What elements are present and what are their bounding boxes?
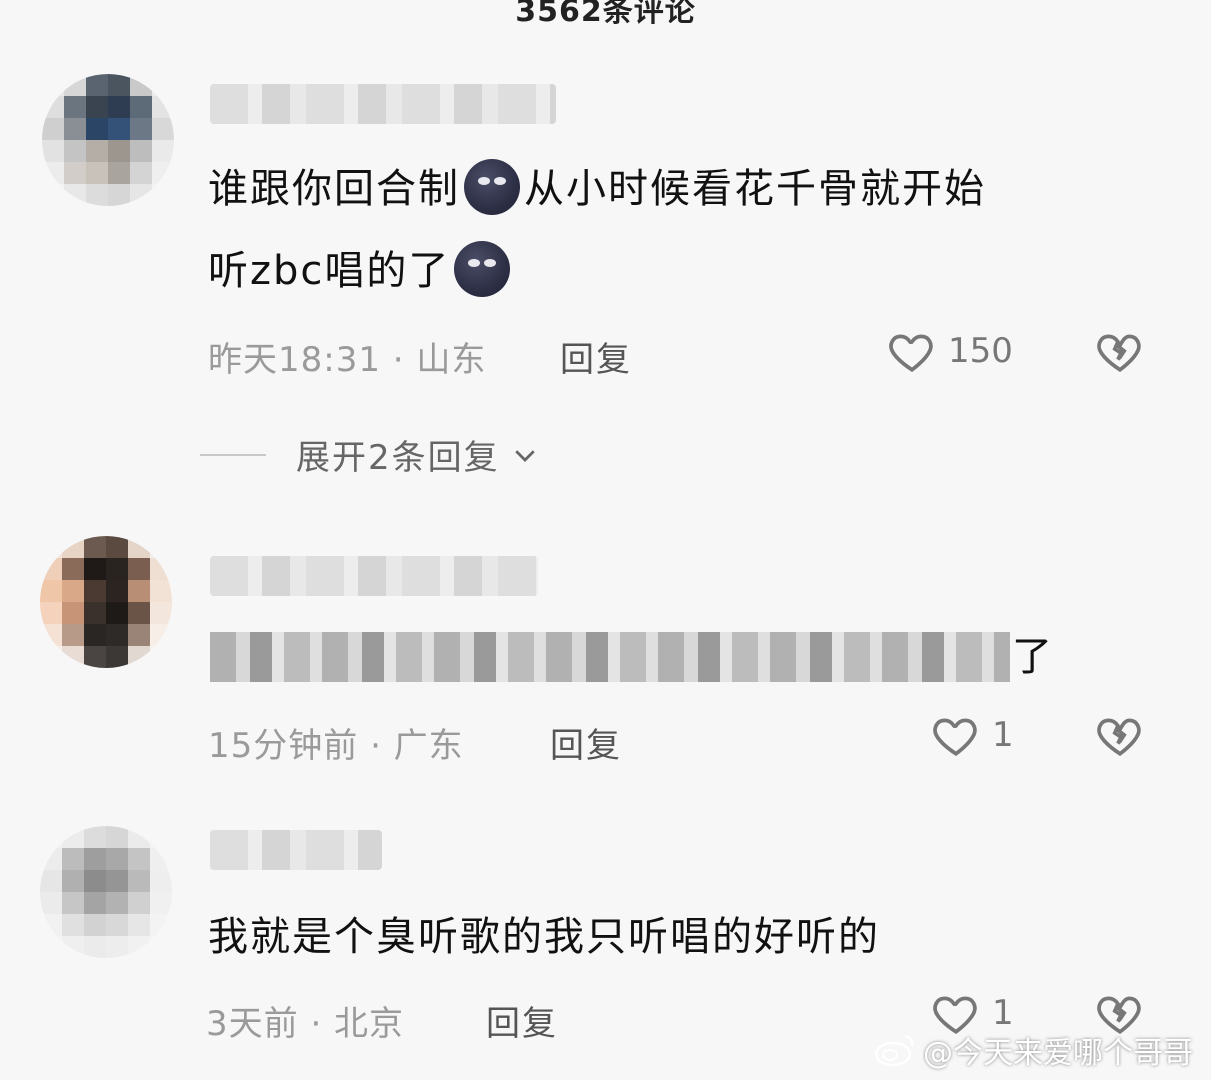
like-count: 1 xyxy=(992,715,1014,755)
username-blurred[interactable] xyxy=(210,84,556,124)
comment-meta: 昨天18:31 · 山东 xyxy=(208,340,487,380)
dislike-button[interactable] xyxy=(1094,326,1146,380)
comment-meta: 15分钟前 · 广东 xyxy=(208,726,464,766)
expand-replies-button[interactable]: 展开2条回复 xyxy=(200,430,544,479)
heart-icon xyxy=(933,718,977,756)
heart-icon xyxy=(889,334,933,372)
like-button[interactable]: 1 xyxy=(930,710,1014,760)
comment-text: 我就是个臭听歌的我只听唱的好听的 xyxy=(208,914,880,960)
broken-heart-icon xyxy=(1097,334,1141,372)
weibo-logo-icon xyxy=(874,1034,914,1067)
divider-line xyxy=(200,453,266,456)
reply-button[interactable]: 回复 xyxy=(550,718,622,767)
reply-button[interactable]: 回复 xyxy=(486,996,558,1045)
username-blurred[interactable] xyxy=(210,556,538,596)
username-blurred[interactable] xyxy=(210,830,382,870)
weibo-watermark: @今天来爱哪个哥哥 xyxy=(873,1028,1193,1072)
avatar[interactable] xyxy=(40,536,172,668)
comment-count-title: 3562条评论 xyxy=(515,0,696,29)
like-count: 1 xyxy=(992,993,1014,1033)
avatar[interactable] xyxy=(42,74,174,206)
like-button[interactable]: 150 xyxy=(886,326,1013,376)
watermark-text: @今天来爱哪个哥哥 xyxy=(923,1036,1193,1071)
chevron-down-icon xyxy=(514,449,535,462)
expand-replies-label: 展开2条回复 xyxy=(296,438,500,478)
avatar[interactable] xyxy=(40,826,172,958)
comment-text: 谁跟你回合制 从小时候看花千骨就开始 听zbc唱的了 xyxy=(208,148,986,312)
moon-face-emoji-icon xyxy=(464,159,520,215)
like-count: 150 xyxy=(948,331,1013,371)
comment-text-tail: 了 xyxy=(1012,634,1054,680)
comment-text-blurred xyxy=(210,632,1010,682)
dislike-button[interactable] xyxy=(1094,710,1146,764)
reply-button[interactable]: 回复 xyxy=(560,332,632,381)
moon-face-emoji-icon xyxy=(454,241,511,297)
broken-heart-icon xyxy=(1097,718,1141,756)
comment-meta: 3天前 · 北京 xyxy=(206,1004,405,1044)
